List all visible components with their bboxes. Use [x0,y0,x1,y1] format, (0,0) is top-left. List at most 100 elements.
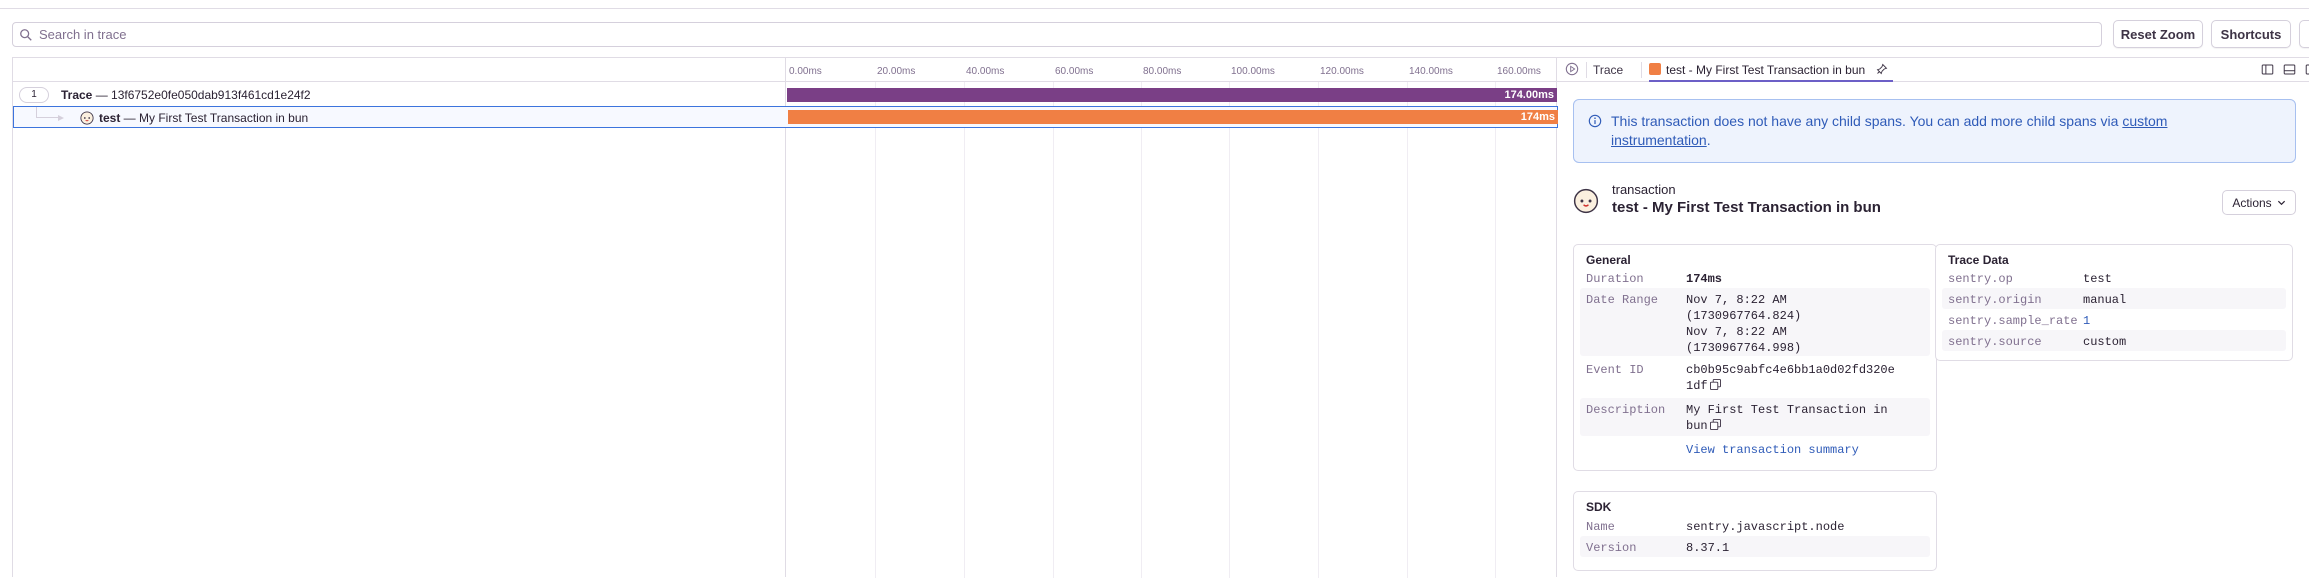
span-duration-bar[interactable]: 174ms [788,110,1558,124]
description-key: Description [1586,402,1665,418]
sdk-version-row: Version 8.37.1 [1580,536,1930,557]
trace-id: 13f6752e0fe050dab913f461cd1e24f2 [111,88,311,102]
span-detail-panel: Trace test - My First Test Transaction i… [1557,57,2309,577]
trace-data-value: manual [2083,292,2126,308]
layout-left-icon[interactable] [2261,63,2274,76]
names-header [13,58,786,82]
span-row[interactable]: test — My First Test Transaction in bun … [13,106,1558,128]
trace-data-value: test [2083,271,2112,287]
trace-data-row: sentry.origin manual [1942,288,2286,309]
child-count-badge[interactable]: 1 [19,87,49,103]
pin-icon[interactable] [1876,63,1888,75]
trace-data-row: sentry.sample_rate 1 [1942,309,2286,330]
sdk-version-value: 8.37.1 [1686,540,1729,556]
no-child-spans-alert: This transaction does not have any child… [1573,99,2296,163]
date-range-key: Date Range [1586,292,1658,308]
row-separator: — [92,88,111,102]
trace-name: Trace [61,88,92,102]
tick-label: 40.00ms [966,66,1004,77]
tick-label: 20.00ms [877,66,915,77]
tab-transaction[interactable]: test - My First Test Transaction in bun [1649,58,1893,82]
trace-data-row: sentry.source custom [1942,330,2286,351]
copy-icon[interactable] [1710,379,1721,390]
settings-button[interactable] [2299,20,2309,48]
view-transaction-summary-link[interactable]: View transaction summary [1686,442,1859,458]
tab-color-swatch [1649,63,1661,75]
date-range-value: Nov 7, 8:22 AM (1730967764.824) Nov 7, 8… [1686,292,1801,356]
gridline [1053,82,1054,578]
play-circle-icon[interactable] [1565,62,1579,76]
layout-controls [2261,63,2309,76]
gridline [1229,82,1230,578]
trace-data-value: 1 [2083,313,2090,329]
shortcuts-button[interactable]: Shortcuts [2211,20,2291,48]
tree-connector [36,107,60,118]
tick-label: 120.00ms [1320,66,1364,77]
tab-divider [1641,62,1642,78]
transaction-kind: transaction [1612,182,1676,197]
span-description: My First Test Transaction in bun [139,111,308,125]
tick-label: 0.00ms [789,66,822,77]
layout-bottom-icon[interactable] [2283,63,2296,76]
gridline [1495,82,1496,578]
timeline-column[interactable]: 0.00ms 20.00ms 40.00ms 60.00ms 80.00ms 1… [786,58,1558,577]
event-id-line: cb0b95c9abfc4e6bb1a0d02fd320e [1686,362,1895,378]
trace-data-value: custom [2083,334,2126,350]
tick-label: 80.00ms [1143,66,1181,77]
sdk-name-row: Name sentry.javascript.node [1580,515,1930,536]
tab-trace[interactable]: Trace [1593,63,1623,77]
gridline [875,82,876,578]
search-icon [19,28,33,42]
trace-row[interactable]: 1 Trace — 13f6752e0fe050dab913f461cd1e24… [13,84,1558,106]
trace-data-key: sentry.origin [1948,292,2042,308]
row-separator: — [120,111,139,125]
timeline-ruler: 0.00ms 20.00ms 40.00ms 60.00ms 80.00ms 1… [786,58,1558,82]
span-row-label: test — My First Test Transaction in bun [99,111,308,125]
general-title: General [1586,253,1631,267]
duration-key: Duration [1586,271,1644,287]
alert-suffix: . [1707,132,1711,148]
tick-label: 140.00ms [1409,66,1453,77]
connector-arrow-icon [58,115,64,121]
search-input[interactable] [39,27,2039,42]
gridline [1141,82,1142,578]
tab-divider [1586,62,1587,78]
actions-button[interactable]: Actions [2222,190,2296,215]
bun-icon [1573,188,1599,214]
date-range-row: Date Range Nov 7, 8:22 AM (1730967764.82… [1580,288,1930,356]
description-line: bun [1686,419,1708,433]
gridline [1407,82,1408,578]
chevron-down-icon [2277,198,2286,207]
alert-message: This transaction does not have any child… [1611,113,2122,129]
trace-duration-bar[interactable]: 174.00ms [787,88,1557,102]
sdk-name-key: Name [1586,519,1615,535]
gridline [1318,82,1319,578]
reset-zoom-button[interactable]: Reset Zoom [2113,20,2203,48]
trace-data-key: sentry.source [1948,334,2042,350]
date-start-ts: (1730967764.824) [1686,308,1801,324]
trace-toolbar: Reset Zoom Shortcuts [12,20,2309,48]
date-start: Nov 7, 8:22 AM [1686,292,1801,308]
sdk-title: SDK [1586,500,1611,514]
view-summary-row: View transaction summary [1580,438,1930,460]
span-op: test [99,111,120,125]
copy-icon[interactable] [1710,419,1721,430]
duration-value: 174ms [1686,271,1722,287]
general-card: General Duration 174ms Date Range Nov 7,… [1573,244,1937,471]
event-id-value: cb0b95c9abfc4e6bb1a0d02fd320e 1df [1686,362,1895,394]
trace-waterfall: 0.00ms 20.00ms 40.00ms 60.00ms 80.00ms 1… [12,57,1557,577]
tab-transaction-label: test - My First Test Transaction in bun [1666,63,1871,77]
description-line: My First Test Transaction in [1686,402,1888,418]
span-names-column [13,58,786,577]
trace-data-title: Trace Data [1948,253,2009,267]
date-end-ts: (1730967764.998) [1686,340,1801,356]
duration-row: Duration 174ms [1580,267,1930,288]
layout-right-icon[interactable] [2305,63,2309,76]
sdk-version-key: Version [1586,540,1636,556]
tick-label: 160.00ms [1497,66,1541,77]
trace-search[interactable] [12,22,2102,47]
actions-label: Actions [2232,196,2271,210]
trace-data-key: sentry.op [1948,271,2013,287]
bun-icon [80,111,94,125]
trace-row-label: Trace — 13f6752e0fe050dab913f461cd1e24f2 [61,88,311,102]
